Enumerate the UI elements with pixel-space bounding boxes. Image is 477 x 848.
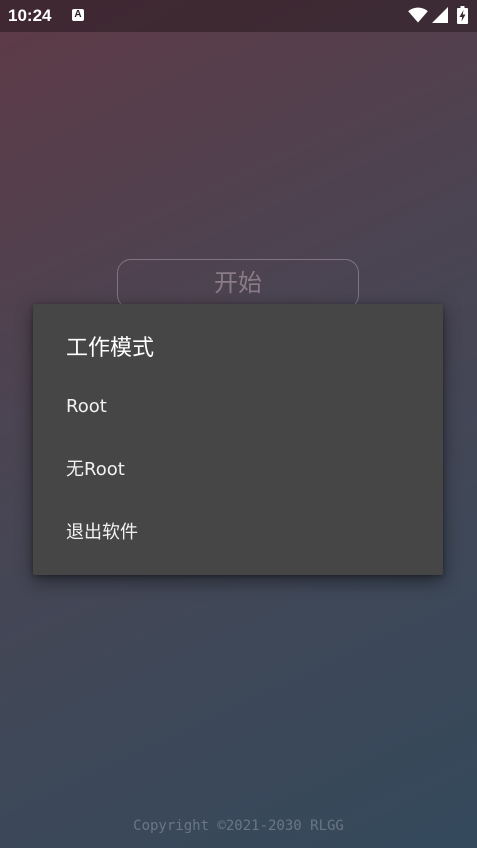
dialog-item-no-root[interactable]: 无Root: [33, 442, 443, 498]
text-a-icon: A: [72, 9, 84, 21]
status-bar: 10:24 A: [0, 0, 477, 32]
dialog-title: 工作模式: [66, 336, 155, 361]
signal-icon: [432, 7, 448, 23]
dialog-item-exit[interactable]: 退出软件: [33, 505, 443, 561]
work-mode-dialog: 工作模式 Root 无Root 退出软件: [33, 304, 443, 575]
status-time: 10:24: [8, 6, 52, 25]
copyright-text: Copyright ©2021-2030 RLGG: [133, 818, 344, 834]
start-button[interactable]: 开始: [117, 259, 359, 309]
wifi-icon: [408, 7, 428, 23]
dialog-item-root[interactable]: Root: [33, 379, 443, 435]
battery-charging-icon: [457, 6, 468, 24]
